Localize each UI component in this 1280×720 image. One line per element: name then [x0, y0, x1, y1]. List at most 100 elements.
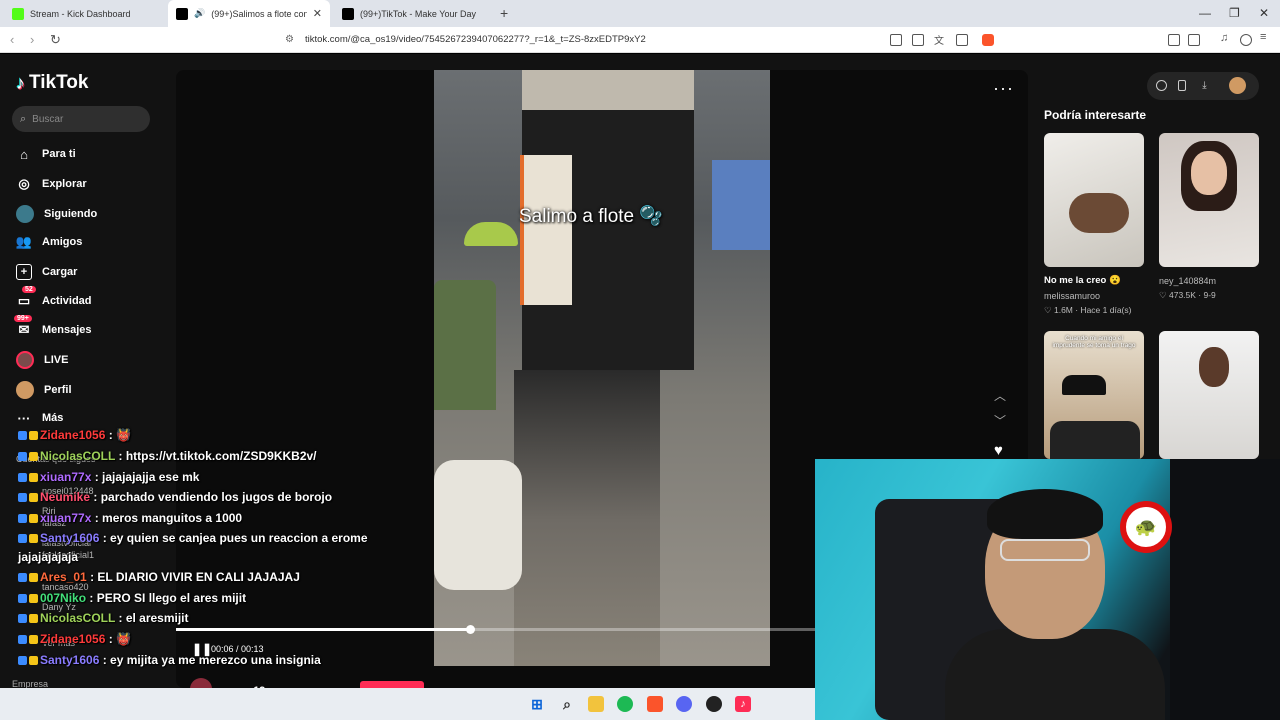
chat-message: 007Niko : PERO SI llego el ares mijit: [18, 591, 246, 605]
nav-live[interactable]: LIVE: [16, 351, 68, 369]
rec-user[interactable]: melissamuroo: [1044, 291, 1100, 301]
video-scene-umbrella: [464, 222, 518, 246]
crown-badge-icon: [29, 431, 38, 441]
cast-icon[interactable]: [912, 34, 924, 46]
webcam-background: [1170, 459, 1280, 720]
taskbar-search-icon[interactable]: ⌕: [559, 696, 575, 712]
browser-tab-bar: Stream - Kick Dashboard 🔊 (99+)Salimos a…: [0, 0, 1280, 27]
brave-icon[interactable]: [647, 696, 663, 712]
close-tab-icon[interactable]: ✕: [313, 7, 322, 20]
prev-video-icon[interactable]: ︿: [994, 387, 1006, 404]
nav-amigos[interactable]: 👥 Amigos: [16, 234, 82, 250]
device-icon[interactable]: [1178, 80, 1186, 91]
crown-badge-icon: [29, 493, 38, 503]
coins-icon[interactable]: [1156, 80, 1167, 91]
chat-username[interactable]: xiuan77x: [40, 511, 91, 525]
maximize-icon[interactable]: ❐: [1229, 6, 1240, 20]
nav-explorar[interactable]: ◎ Explorar: [16, 176, 87, 192]
discord-icon[interactable]: [676, 696, 692, 712]
rec-title[interactable]: No me la creo 😮: [1044, 275, 1121, 286]
thumb-hands: [1069, 193, 1129, 233]
chat-username[interactable]: NicolasCOLL: [40, 611, 115, 625]
like-heart-icon[interactable]: ♥: [994, 442, 1003, 459]
tab-tiktok-home[interactable]: (99+)TikTok - Make Your Day: [334, 0, 496, 27]
minimize-icon[interactable]: —: [1199, 6, 1211, 20]
activity-badge: 52: [22, 286, 36, 293]
chat-username[interactable]: Santy1606: [40, 653, 99, 667]
chat-username[interactable]: Zidane1056: [40, 428, 105, 442]
nav-para-ti[interactable]: ⌂ Para ti: [16, 146, 76, 162]
menu-icon[interactable]: ≡: [1260, 31, 1272, 43]
chat-message: NicolasCOLL : https://vt.tiktok.com/ZSD9…: [18, 449, 317, 463]
video-player[interactable]: [434, 70, 770, 666]
chat-text: : ey mijita ya me merezco una insignia: [102, 653, 321, 667]
tab-kick-dashboard[interactable]: Stream - Kick Dashboard: [4, 0, 164, 27]
back-icon[interactable]: ‹: [10, 32, 14, 47]
messages-badge: 99+: [14, 315, 32, 322]
tiktok-logo[interactable]: ♪ TikTok: [16, 72, 88, 94]
rec-video-3[interactable]: Cuando mi amigo el imprudente se toma un…: [1044, 331, 1144, 459]
extensions-icon[interactable]: [1168, 34, 1180, 46]
music-icon[interactable]: ♫: [1220, 32, 1232, 44]
more-options-button[interactable]: ···: [993, 78, 1014, 99]
windows-start-icon[interactable]: ⊞: [529, 696, 545, 712]
share-icon[interactable]: [956, 34, 968, 46]
search-input[interactable]: ⌕ Buscar: [12, 106, 150, 132]
chat-username[interactable]: Zidane1056: [40, 632, 105, 646]
rec-video-4[interactable]: [1159, 331, 1259, 459]
chat-message: Santy1606 : ey mijita ya me merezco una …: [18, 653, 321, 667]
crown-badge-icon: [29, 635, 38, 645]
obs-icon[interactable]: [706, 696, 722, 712]
nav-actividad[interactable]: ▭ 52 Actividad: [16, 286, 92, 309]
upload-icon: +: [16, 264, 32, 280]
user-avatar[interactable]: [1229, 77, 1246, 94]
chat-username[interactable]: xiuan77x: [40, 470, 91, 484]
tab-tiktok-video[interactable]: 🔊 (99+)Salimos a flote con Piri ✕: [168, 0, 330, 27]
sidebar-icon[interactable]: [1188, 34, 1200, 46]
reload-icon[interactable]: ↻: [50, 32, 61, 48]
close-window-icon[interactable]: ✕: [1259, 6, 1269, 20]
next-video-icon[interactable]: ﹀: [994, 412, 1006, 429]
brave-shield-icon[interactable]: [982, 34, 994, 46]
rec-meta-text: 473.5K · 9-9: [1168, 290, 1216, 300]
chat-username[interactable]: Ares_01: [40, 570, 87, 584]
nav-perfil[interactable]: Perfil: [16, 381, 72, 399]
nav-label: Explorar: [42, 178, 87, 190]
rec-user[interactable]: ney_140884m: [1159, 276, 1216, 286]
vpn-icon[interactable]: [1240, 34, 1252, 46]
site-info-icon[interactable]: ⚙: [285, 30, 294, 50]
search-placeholder: Buscar: [32, 113, 64, 125]
chat-username[interactable]: 007Niko: [40, 591, 86, 605]
video-progress-fill: [176, 628, 471, 631]
rec-video-1[interactable]: [1044, 133, 1144, 267]
download-icon[interactable]: ⤓: [1199, 80, 1210, 91]
nav-siguiendo[interactable]: Siguiendo: [16, 205, 97, 223]
video-progress-bar[interactable]: [176, 625, 816, 634]
translate-icon[interactable]: 文: [934, 32, 946, 47]
crown-badge-icon: [29, 594, 38, 604]
messages-icon: ✉ 99+: [14, 315, 32, 338]
tiktok-tab-icon: [342, 7, 354, 20]
chat-text: : ey quien se canjea pues un reaccion a …: [102, 531, 368, 545]
reader-icon[interactable]: [890, 34, 902, 46]
forward-icon[interactable]: ›: [30, 32, 34, 47]
chat-username[interactable]: Neumike: [40, 490, 90, 504]
nav-mas[interactable]: ··· Más: [16, 410, 64, 426]
profile-avatar: [16, 381, 34, 399]
file-explorer-icon[interactable]: [588, 696, 604, 712]
chat-username[interactable]: NicolasCOLL: [40, 449, 115, 463]
sub-badge-icon: [18, 514, 27, 524]
nav-label: Cargar: [42, 266, 78, 278]
activity-icon: ▭ 52: [16, 286, 36, 309]
rec-overlay-text: Cuando mi amigo el imprudente se toma un…: [1052, 335, 1136, 349]
tiktok-taskbar-icon[interactable]: ♪: [735, 696, 751, 712]
rec-video-2[interactable]: [1159, 133, 1259, 267]
nav-cargar[interactable]: + Cargar: [16, 264, 77, 280]
video-scene-sign: [520, 155, 572, 305]
nav-label: Para ti: [42, 148, 76, 160]
nav-mensajes[interactable]: ✉ 99+ Mensajes: [14, 315, 92, 338]
new-tab-button[interactable]: +: [500, 5, 508, 21]
spotify-icon[interactable]: [617, 696, 633, 712]
chat-text: : jajajajajja ese mk: [94, 470, 200, 484]
chat-username[interactable]: Santy1606: [40, 531, 99, 545]
